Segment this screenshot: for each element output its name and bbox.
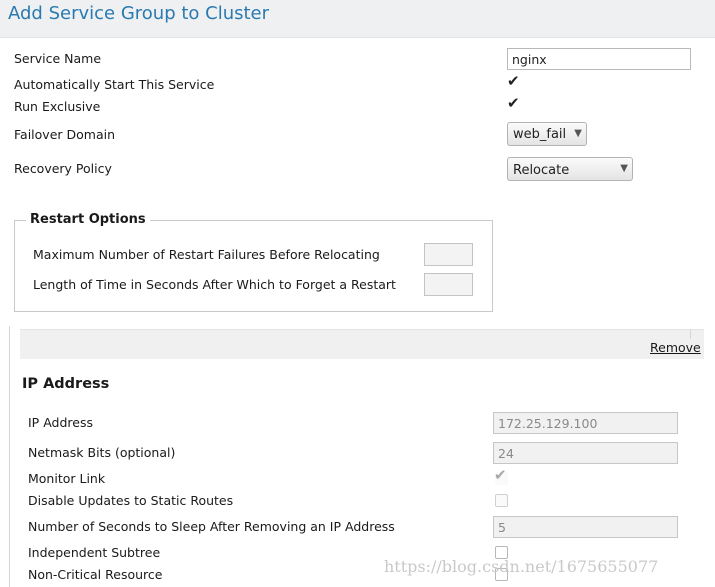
chevron-down-icon: ▼: [620, 163, 628, 174]
checkmark-icon: ✔: [507, 94, 520, 112]
disable-updates-label: Disable Updates to Static Routes: [28, 493, 234, 508]
resource-toolbar: [20, 329, 704, 359]
recovery-policy-value: Relocate: [513, 163, 570, 178]
max-restart-failures-label: Maximum Number of Restart Failures Befor…: [33, 247, 380, 262]
checkmark-icon: ✔: [507, 72, 520, 90]
ip-address-label: IP Address: [28, 415, 93, 430]
non-critical-label: Non-Critical Resource: [28, 567, 163, 582]
checkmark-icon: ✔: [494, 466, 507, 484]
ip-address-input[interactable]: [493, 412, 678, 434]
autostart-checkbox[interactable]: ✔: [507, 74, 521, 91]
resource-bar-right-tick: [690, 329, 691, 339]
forget-restart-input[interactable]: [424, 273, 473, 296]
monitor-link-checkbox[interactable]: ✔: [494, 468, 508, 485]
autostart-label: Automatically Start This Service: [14, 77, 215, 92]
failover-domain-select[interactable]: web_fail ▼: [507, 122, 587, 146]
max-restart-failures-input[interactable]: [424, 243, 473, 266]
service-name-label: Service Name: [14, 51, 102, 66]
restart-options-legend: Restart Options: [26, 212, 150, 227]
resource-left-border: [9, 326, 10, 587]
watermark-text: https://blog.csdn.net/1675655077: [384, 557, 659, 576]
remove-resource-link[interactable]: Remove: [650, 340, 701, 355]
netmask-label: Netmask Bits (optional): [28, 445, 176, 460]
disable-updates-checkbox[interactable]: [495, 494, 508, 507]
recovery-policy-select[interactable]: Relocate ▼: [507, 157, 633, 181]
sleep-seconds-input[interactable]: [493, 516, 678, 538]
run-exclusive-label: Run Exclusive: [14, 99, 101, 114]
failover-domain-value: web_fail: [513, 127, 567, 142]
independent-subtree-label: Independent Subtree: [28, 545, 161, 560]
sleep-seconds-label: Number of Seconds to Sleep After Removin…: [28, 519, 395, 534]
netmask-input[interactable]: [493, 442, 678, 464]
monitor-link-label: Monitor Link: [28, 471, 106, 486]
page-title: Add Service Group to Cluster: [8, 3, 270, 24]
restart-options-group: [14, 220, 493, 312]
forget-restart-label: Length of Time in Seconds After Which to…: [33, 277, 396, 292]
failover-domain-label: Failover Domain: [14, 127, 116, 142]
run-exclusive-checkbox[interactable]: ✔: [507, 96, 521, 113]
service-name-input[interactable]: [507, 48, 691, 70]
recovery-policy-label: Recovery Policy: [14, 161, 112, 176]
ip-address-section-title: IP Address: [22, 376, 110, 392]
chevron-down-icon: ▼: [574, 128, 582, 139]
